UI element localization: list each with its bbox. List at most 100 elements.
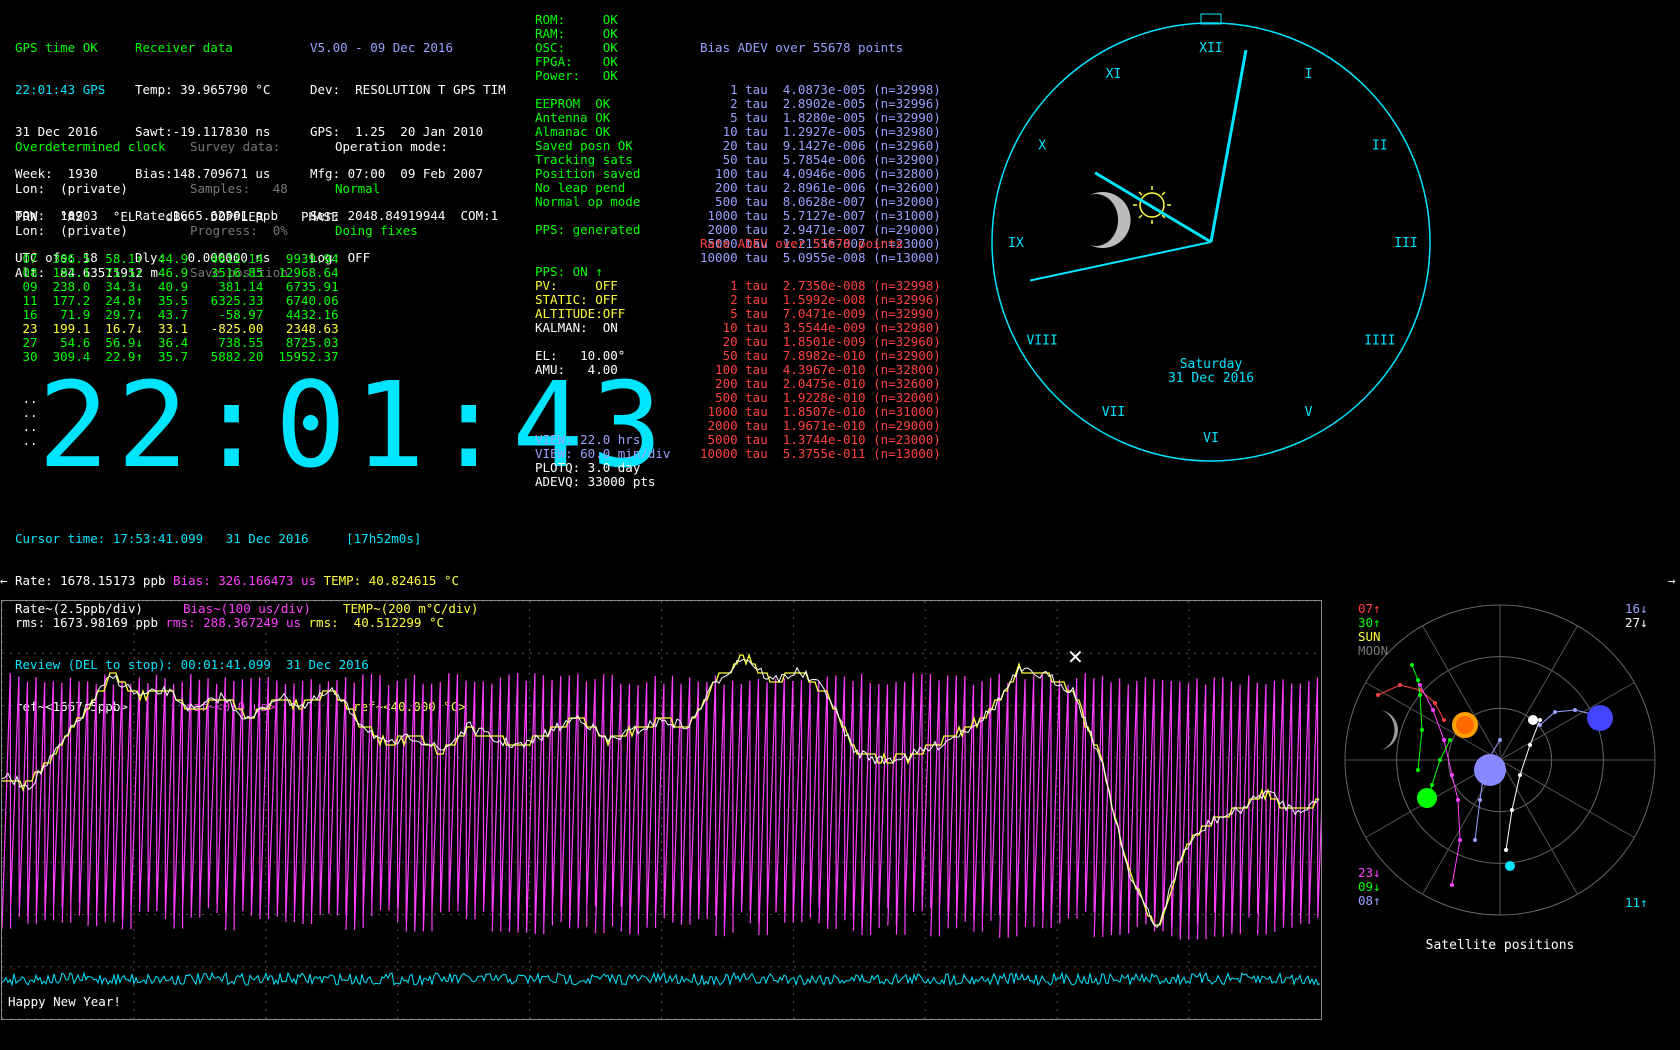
sat-16-track-point <box>1573 708 1577 712</box>
pps-setting: ALTITUDE:OFF <box>535 306 626 321</box>
pps-setting: AMU: 4.00 <box>535 362 618 377</box>
status-item: Almanac OK <box>535 124 611 139</box>
bias-adev-row: 10 tau 1.2927e-005 (n=32980) <box>700 124 941 139</box>
status-item: No leap pend <box>535 180 626 195</box>
status-item: PPS: generated <box>535 222 641 237</box>
clock-numeral: VI <box>1203 431 1219 446</box>
sat-09-marker <box>1417 788 1437 808</box>
sky-azimuth-line <box>1422 625 1501 761</box>
satellite-row: 09 238.0 34.3↓ 40.9 381.14 6735.91 <box>15 279 339 294</box>
sat-11-marker <box>1505 861 1515 871</box>
bias-adev-row: 100 tau 4.0946e-006 (n=32800) <box>700 166 941 181</box>
sat-23-track-point <box>1431 708 1435 712</box>
pps-setting: PV: OFF <box>535 278 618 293</box>
view-setting: VIEW: 22.0 hrs <box>535 432 641 447</box>
sat-23-track-point <box>1442 738 1446 742</box>
satellite-row: 07 306.5 58.1↑ 44.9 4612.14 9939.94 <box>15 251 339 266</box>
bias-adev-row: 5 tau 1.8280e-005 (n=32990) <box>700 110 941 125</box>
opmode-fix: Doing fixes <box>335 223 418 238</box>
sat-08-track-point <box>1498 738 1502 742</box>
satellite-row: 27 54.6 56.9↓ 36.4 738.55 8725.03 <box>15 335 339 350</box>
sat-16-marker <box>1587 705 1613 731</box>
receiver-temp: Temp: 39.965790 °C <box>135 82 271 97</box>
sat-16-track-point <box>1553 710 1557 714</box>
gps-time: 22:01:43 GPS <box>15 82 106 97</box>
status-item: Saved posn OK <box>535 138 633 153</box>
rate-adev-row: 2000 tau 1.9671e-010 (n=29000) <box>700 418 941 433</box>
sat-07-track-point <box>1398 683 1402 687</box>
sun-marker <box>1452 712 1478 738</box>
analog-clock: XIIIIIIIIIIIIVVIVIIVIIIIXXXI Saturday 31… <box>991 13 1431 462</box>
status-item: EEPROM OK <box>535 96 611 111</box>
rate-adev-row: 10 tau 3.5544e-009 (n=32980) <box>700 320 941 335</box>
sat-27-track-point <box>1528 743 1532 747</box>
sky-legend-item: 08↑ <box>1358 893 1381 908</box>
sky-legend-top-left: 07↑ 30↑ SUN MOON <box>1358 602 1388 658</box>
sky-legend-item: 16↓ <box>1625 601 1648 616</box>
left-scroll-arrow[interactable]: ← <box>0 574 8 588</box>
satellite-row: 23 199.1 16.7↓ 33.1 -825.00 2348.63 <box>15 321 339 336</box>
pps-setting: EL: 10.00° <box>535 348 626 363</box>
sat-08-track-point <box>1478 798 1482 802</box>
sat-09-track-point <box>1438 758 1442 762</box>
status-item: RAM: OK <box>535 26 618 41</box>
clock-numeral: VIII <box>1026 334 1057 349</box>
rate-adev-row: 2 tau 1.5992e-008 (n=32996) <box>700 292 941 307</box>
sat-30-track-point <box>1418 693 1422 697</box>
status-item <box>535 209 640 223</box>
right-scroll-arrow[interactable]: → <box>1668 574 1676 588</box>
clock-numeral: I <box>1305 67 1313 82</box>
sat-23-track-point <box>1456 798 1460 802</box>
status-item: Position saved <box>535 166 641 181</box>
device: Dev: RESOLUTION T GPS TIM <box>310 82 506 97</box>
sat-30-track-point <box>1416 678 1420 682</box>
sky-legend-bottom-right: 11↑ <box>1625 896 1648 910</box>
status-item: Tracking sats <box>535 152 633 167</box>
satellite-rows: 07 306.5 58.1↑ 44.9 4612.14 9939.94 08 1… <box>15 252 339 364</box>
bias-adev-row: 200 tau 2.8961e-006 (n=32600) <box>700 180 941 195</box>
bias-adev-row: 50 tau 5.7854e-006 (n=32900) <box>700 152 941 167</box>
sky-legend-item: 30↑ <box>1358 615 1381 630</box>
sat-23-track-point <box>1450 773 1454 777</box>
sat-09-track-point <box>1430 783 1434 787</box>
bias-adev-row: 500 tau 8.0628e-007 (n=32000) <box>700 194 941 209</box>
sat-23-track-point <box>1458 838 1462 842</box>
rate-adev-row: 1000 tau 1.8507e-010 (n=31000) <box>700 404 941 419</box>
clock-numeral: III <box>1394 236 1417 251</box>
sky-azimuth-line <box>1499 682 1635 761</box>
sat-27-track-point <box>1538 718 1542 722</box>
opmode-title: Operation mode: <box>335 139 448 154</box>
sky-plot-title: Satellite positions <box>1426 938 1575 953</box>
sky-legend-item: 27↓ <box>1625 615 1648 630</box>
status-item: Power: OK <box>535 68 618 83</box>
view-setting: ADEVQ: 33000 pts <box>535 474 656 489</box>
sky-legend-bottom-left: 23↓ 09↓ 08↑ <box>1358 866 1381 908</box>
sky-azimuth-line <box>1365 682 1501 761</box>
status-item: Normal op mode <box>535 194 641 209</box>
status-item: ROM: OK <box>535 12 618 27</box>
sat-07-track-point <box>1376 693 1380 697</box>
pps-setting: STATIC: OFF <box>535 292 618 307</box>
status-item: FPGA: OK <box>535 54 618 69</box>
opmode-value: Normal <box>335 181 381 196</box>
rate-adev-row: 200 tau 2.0475e-010 (n=32600) <box>700 376 941 391</box>
view-setting: VIEW: 60.0 min/div <box>535 446 671 461</box>
rate-adev-row: 500 tau 1.9228e-010 (n=32000) <box>700 390 941 405</box>
rate-adev-row: 20 tau 1.8501e-009 (n=32960) <box>700 334 941 349</box>
bias-adev-row: 1 tau 4.0873e-005 (n=32998) <box>700 82 941 97</box>
sat-30-track-point <box>1410 663 1414 667</box>
sawtooth-trace <box>2 971 1321 987</box>
survey-title: Survey data: <box>190 139 281 154</box>
cursor-marker-icon[interactable]: ✕ <box>1067 645 1084 669</box>
sat-27-track-point <box>1504 848 1508 852</box>
sat-23-track-point <box>1450 883 1454 887</box>
rate-adev-row: 5000 tau 1.3744e-010 (n=23000) <box>700 432 941 447</box>
plot-canvas[interactable]: ✕ <box>2 601 1321 1019</box>
sat-27-track-point <box>1518 773 1522 777</box>
sky-azimuth-line <box>1499 759 1635 838</box>
data-plot[interactable]: ✕ Happy New Year! <box>1 600 1322 1020</box>
sky-azimuth-line <box>1499 625 1578 761</box>
sat-09-track-point <box>1448 738 1452 742</box>
hour-hand <box>1094 171 1212 244</box>
sat-27-marker <box>1528 715 1538 725</box>
